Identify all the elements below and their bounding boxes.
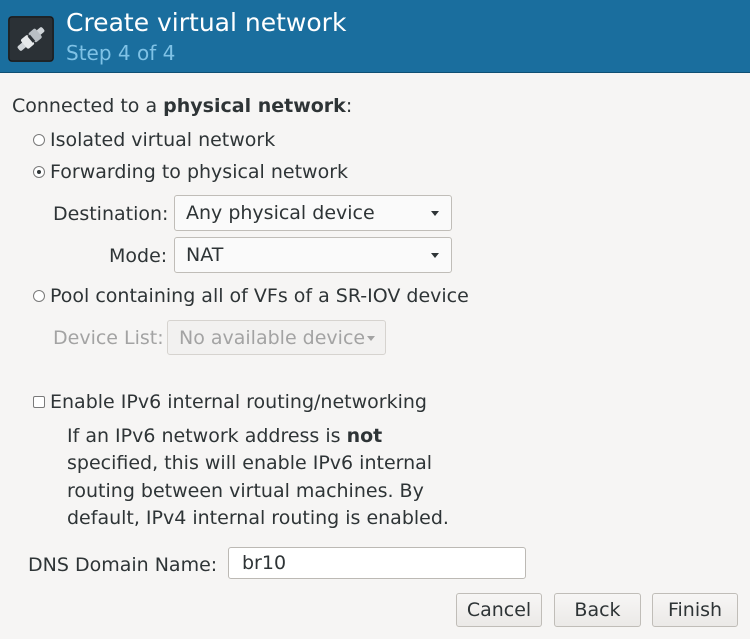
forwarding-network-label[interactable]: Forwarding to physical network <box>50 161 348 183</box>
cancel-button[interactable]: Cancel <box>456 593 542 627</box>
ipv6-description-line1-text: If an IPv6 network address is <box>67 425 347 447</box>
header-divider <box>0 72 750 73</box>
mode-value: NAT <box>186 244 224 266</box>
finish-button[interactable]: Finish <box>652 593 738 627</box>
wizard-step-indicator: Step 4 of 4 <box>66 41 176 65</box>
isolated-network-label[interactable]: Isolated virtual network <box>50 129 275 151</box>
mode-dropdown[interactable]: NAT <box>174 237 452 273</box>
ipv6-description-line1: If an IPv6 network address is not <box>67 425 382 447</box>
mode-dropdown-arrow-icon <box>431 253 439 258</box>
device-list-label: Device List: <box>53 327 164 349</box>
device-list-dropdown[interactable]: No available device <box>167 320 386 355</box>
forwarding-network-radio[interactable] <box>33 166 45 178</box>
enable-ipv6-label[interactable]: Enable IPv6 internal routing/networking <box>50 391 427 413</box>
destination-value: Any physical device <box>186 202 375 224</box>
connection-heading: Connected to a physical network: <box>12 95 352 117</box>
destination-dropdown[interactable]: Any physical device <box>174 195 452 231</box>
destination-dropdown-arrow-icon <box>431 211 439 216</box>
sriov-pool-label[interactable]: Pool containing all of VFs of a SR-IOV d… <box>50 285 469 307</box>
dns-domain-label: DNS Domain Name: <box>28 554 218 576</box>
ipv6-description-line2: specified, this will enable IPv6 interna… <box>67 452 433 474</box>
sriov-pool-radio[interactable] <box>33 290 45 302</box>
back-button[interactable]: Back <box>554 593 641 627</box>
dns-domain-input[interactable]: br10 <box>228 547 526 579</box>
ipv6-description-line4: default, IPv4 internal routing is enable… <box>67 507 449 529</box>
connection-heading-bold: physical network <box>163 95 346 117</box>
connection-heading-suffix: : <box>345 95 353 117</box>
mode-label: Mode: <box>109 245 168 267</box>
destination-label: Destination: <box>53 203 169 225</box>
ipv6-description-line3: routing between virtual machines. By <box>67 480 424 502</box>
wizard-title: Create virtual network <box>66 8 347 37</box>
ipv6-description-not: not <box>346 425 383 447</box>
device-list-dropdown-arrow-icon <box>367 336 375 341</box>
network-wizard-icon <box>8 16 54 62</box>
connection-heading-prefix: Connected to a <box>12 95 164 117</box>
isolated-network-radio[interactable] <box>33 134 45 146</box>
device-list-value: No available device <box>179 327 366 349</box>
enable-ipv6-checkbox[interactable] <box>33 396 45 408</box>
